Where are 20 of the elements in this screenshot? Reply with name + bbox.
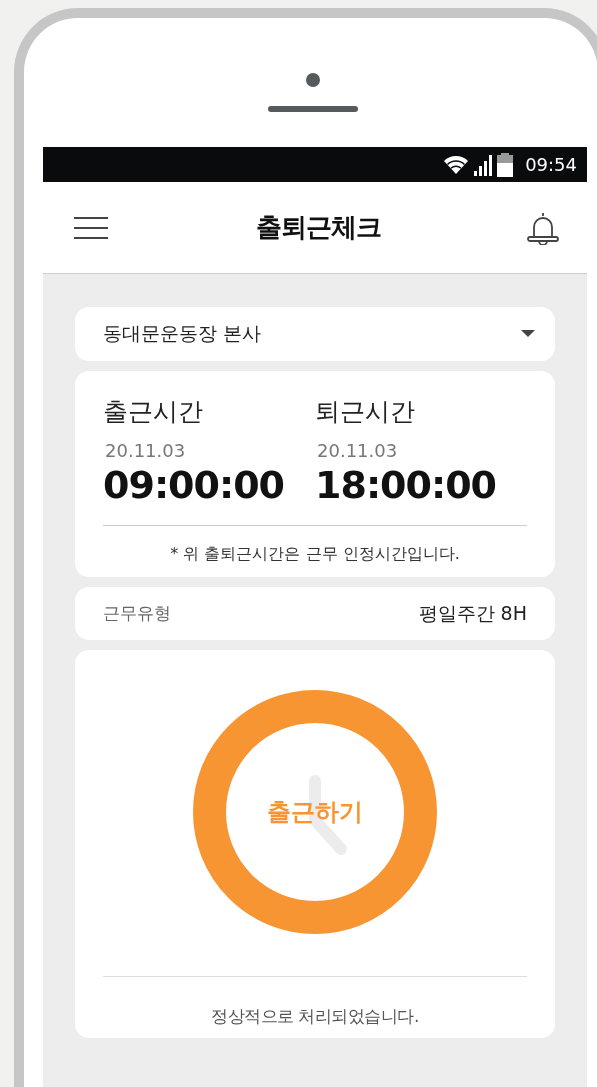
status-message: 정상적으로 처리되었습니다.	[211, 1005, 419, 1028]
time-value: 18:00:00	[315, 463, 498, 507]
location-dropdown[interactable]: 동대문운동장 본사	[75, 307, 555, 361]
time-date: 20.11.03	[104, 440, 187, 461]
bell-icon[interactable]	[527, 210, 559, 245]
caret-icon	[521, 330, 535, 338]
work-type-value: 평일주간 8H	[418, 600, 527, 626]
time-note: * 위 출퇴근시간은 근무 인정시간입니다.	[169, 543, 461, 565]
time-value: 09:00:00	[103, 463, 286, 507]
work-type-label: 근무유형	[103, 602, 171, 625]
time-label: 퇴근시간	[315, 396, 416, 428]
camera-dot	[306, 73, 320, 87]
time-label: 출근시간	[103, 396, 204, 428]
menu-icon[interactable]	[73, 215, 109, 240]
page-title: 출퇴근체크	[255, 211, 381, 244]
status-time: 09:54	[525, 154, 577, 175]
signal-icon	[473, 153, 494, 176]
battery-icon	[497, 152, 514, 177]
wifi-icon	[443, 154, 470, 175]
time-date: 20.11.03	[316, 440, 399, 461]
